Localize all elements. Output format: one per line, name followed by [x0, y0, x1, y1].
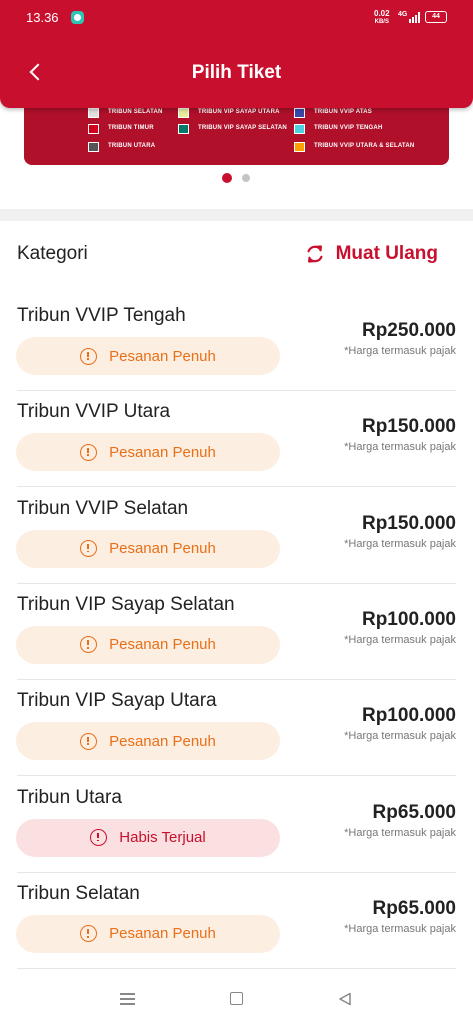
ticket-status-badge: Pesanan Penuh [16, 337, 280, 375]
legend-label: TRIBUN VIP SAYAP UTARA [198, 109, 280, 115]
ticket-name: Tribun VVIP Utara [17, 401, 171, 423]
ticket-status-label: Pesanan Penuh [109, 347, 216, 365]
legend-label: TRIBUN VIP SAYAP SELATAN [198, 125, 287, 131]
legend-label: TRIBUN SELATAN [108, 109, 163, 115]
network-speed: 0.02 KB/S [374, 10, 390, 26]
network-speed-value: 0.02 [374, 9, 390, 18]
row-divider [17, 967, 456, 969]
ticket-name: Tribun VVIP Tengah [17, 305, 186, 326]
ticket-status-label: Pesanan Penuh [109, 540, 216, 558]
ticket-name: Tribun Selatan [17, 882, 140, 904]
reload-label: Muat Ulang [335, 243, 438, 264]
ticket-row[interactable]: Tribun VVIP Utara Pesanan Penuh Rp150.000 *… [0, 391, 473, 488]
ticket-name: Tribun VIP Sayap Selatan [17, 593, 235, 615]
ticket-status-badge: Pesanan Penuh [16, 625, 280, 664]
reload-button[interactable]: Muat Ulang [304, 241, 438, 267]
info-icon [80, 443, 98, 461]
pagination-dot[interactable] [242, 174, 250, 182]
legend-label: TRIBUN VVIP TENGAH [314, 125, 383, 131]
network-speed-unit: KB/S [374, 19, 389, 25]
ticket-status-label: Pesanan Penuh [109, 443, 216, 461]
ticket-price: Rp65.000 [372, 801, 456, 823]
ticket-status-badge: Pesanan Penuh [16, 529, 280, 568]
tax-note: *Harga termasuk pajak [344, 633, 456, 646]
tax-note: *Harga termasuk pajak [344, 730, 456, 743]
info-icon [80, 540, 98, 558]
menu-icon[interactable] [120, 993, 135, 1005]
ticket-status-badge: Pesanan Penuh [16, 914, 280, 953]
tax-note: *Harga termasuk pajak [344, 537, 456, 550]
battery-icon: 44 [425, 11, 447, 23]
ticket-status-label: Habis Terjual [119, 829, 206, 846]
system-navigation-bar [0, 975, 473, 1024]
home-square-icon[interactable] [230, 992, 243, 1005]
signal-icon [405, 11, 420, 23]
ticket-price: Rp250.000 [361, 320, 456, 341]
pagination-dot-active[interactable] [222, 173, 232, 183]
ticket-name: Tribun VVIP Selatan [17, 497, 189, 519]
info-icon [80, 732, 98, 750]
status-bar: 13.36 0.02 KB/S 4G 44 [0, 0, 473, 36]
app-notification-icon [71, 11, 84, 24]
ticket-price: Rp150.000 [361, 512, 456, 534]
tax-note: *Harga termasuk pajak [344, 922, 456, 935]
info-icon [80, 925, 98, 943]
legend-label: TRIBUN TIMUR [108, 125, 154, 131]
ticket-status-badge: Habis Terjual [16, 818, 280, 857]
app-header: 13.36 0.02 KB/S 4G 44 Pilih Tiket [0, 0, 473, 108]
status-time: 13.36 [26, 10, 59, 25]
page-title: Pilih Tiket [191, 62, 282, 83]
legend-swatch [294, 108, 305, 118]
ticket-price: Rp150.000 [361, 416, 456, 438]
ticket-row[interactable]: Tribun Selatan Pesanan Penuh Rp65.000 *Harg… [0, 873, 473, 969]
ticket-price: Rp100.000 [361, 705, 456, 727]
ticket-price: Rp100.000 [361, 608, 456, 630]
category-heading: Kategori [17, 243, 88, 264]
ticket-row[interactable]: Tribun VIP Sayap Utara Pesanan Penuh Rp100… [0, 680, 473, 777]
info-icon [90, 829, 108, 846]
ticket-status-label: Pesanan Penuh [109, 636, 216, 654]
carousel-pagination [222, 173, 252, 183]
legend-swatch [88, 124, 99, 134]
legend-swatch [178, 108, 189, 118]
legend-swatch [88, 142, 99, 152]
ticket-row[interactable]: Tribun VIP Sayap Selatan Pesanan Penuh Rp1… [0, 584, 473, 680]
legend-label: TRIBUN VVIP UTARA & SELATAN [314, 143, 415, 149]
legend-label: TRIBUN UTARA [108, 143, 156, 149]
legend-swatch [178, 124, 189, 134]
ticket-name: Tribun VIP Sayap Utara [17, 690, 217, 712]
refresh-icon [307, 245, 323, 263]
ticket-row[interactable]: Tribun VVIP Selatan Pesanan Penuh Rp150.00… [0, 488, 473, 584]
ticket-price: Rp65.000 [372, 897, 456, 919]
tax-note: *Harga termasuk pajak [344, 441, 456, 454]
tax-note: *Harga termasuk pajak [344, 345, 456, 357]
back-triangle-icon[interactable] [338, 992, 352, 1006]
ticket-name: Tribun Utara [17, 786, 122, 808]
legend-swatch [294, 142, 305, 152]
ticket-row[interactable]: Tribun VVIP Tengah Pesanan Penuh Rp250.000… [0, 295, 473, 391]
ticket-status-badge: Pesanan Penuh [16, 433, 280, 472]
legend-swatch [88, 108, 99, 118]
tax-note: *Harga termasuk pajak [344, 826, 456, 839]
legend-swatch [294, 124, 305, 134]
legend-label: TRIBUN VVIP ATAS [314, 109, 372, 115]
info-icon [80, 347, 98, 365]
ticket-status-badge: Pesanan Penuh [16, 722, 280, 761]
ticket-status-label: Pesanan Penuh [109, 925, 216, 943]
stadium-banner[interactable]: TRIBUN SELATAN TRIBUN TIMUR TRIBUN UTARA TR… [24, 100, 449, 165]
section-divider [0, 209, 473, 221]
ticket-status-label: Pesanan Penuh [109, 732, 216, 750]
ticket-row[interactable]: Tribun Utara Habis Terjual Rp65.000 *Harga … [0, 777, 473, 873]
info-icon [80, 636, 98, 654]
